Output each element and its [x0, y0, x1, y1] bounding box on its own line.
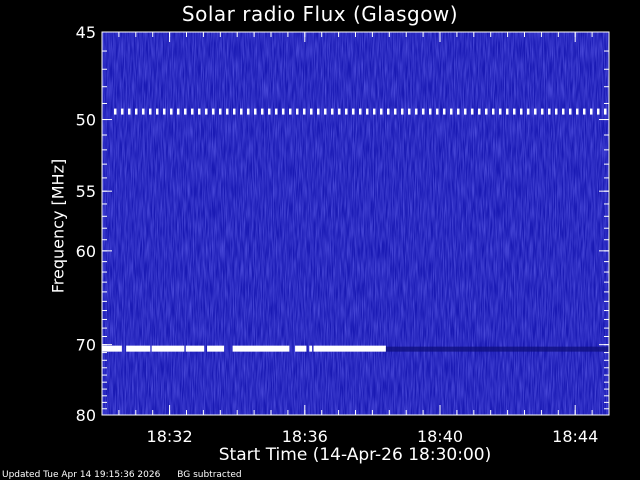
interference-dash — [541, 108, 544, 115]
interference-dash — [303, 108, 306, 115]
interference-dash — [114, 108, 117, 115]
interference-dash — [212, 108, 215, 115]
interference-segment — [295, 345, 307, 352]
interference-dash — [464, 108, 467, 115]
interference-dash — [527, 108, 530, 115]
y-tick-label: 60 — [76, 242, 96, 261]
interference-segment — [232, 345, 290, 352]
interference-dash — [576, 108, 579, 115]
x-tick-label: 18:36 — [282, 427, 328, 446]
updated-timestamp: Updated Tue Apr 14 19:15:36 2026 — [2, 470, 161, 480]
interference-dash — [562, 108, 565, 115]
interference-dash — [296, 108, 299, 115]
y-tick-label: 70 — [76, 336, 96, 355]
interference-dash — [506, 108, 509, 115]
interference-dash — [135, 108, 138, 115]
interference-segment — [313, 345, 386, 352]
interference-segment — [151, 345, 185, 352]
interference-dash — [317, 108, 320, 115]
interference-dash — [240, 108, 243, 115]
interference-dash — [422, 108, 425, 115]
dark-band — [385, 346, 609, 352]
interference-dash — [520, 108, 523, 115]
interference-dash — [177, 108, 180, 115]
interference-dash — [415, 108, 418, 115]
interference-dash — [604, 108, 607, 115]
interference-dash — [387, 108, 390, 115]
interference-dash — [429, 108, 432, 115]
interference-dash — [457, 108, 460, 115]
interference-dash — [366, 108, 369, 115]
interference-dash — [485, 108, 488, 115]
interference-segment — [309, 345, 313, 352]
interference-dash — [471, 108, 474, 115]
interference-dash — [233, 108, 236, 115]
interference-segment — [126, 345, 151, 352]
interference-dash — [128, 108, 131, 115]
interference-dash — [156, 108, 159, 115]
interference-dash — [373, 108, 376, 115]
interference-dash — [247, 108, 250, 115]
interference-dash — [590, 108, 593, 115]
interference-dash — [513, 108, 516, 115]
interference-dash — [534, 108, 537, 115]
interference-dash — [191, 108, 194, 115]
interference-dash — [597, 108, 600, 115]
interference-dash — [352, 108, 355, 115]
interference-dash — [338, 108, 341, 115]
plot-noise — [102, 32, 609, 415]
interference-dash — [163, 108, 166, 115]
interference-dash — [205, 108, 208, 115]
y-tick-label: 45 — [76, 23, 96, 42]
interference-dash — [142, 108, 145, 115]
interference-dash — [310, 108, 313, 115]
interference-dash — [443, 108, 446, 115]
interference-segment — [207, 345, 225, 352]
interference-dash — [289, 108, 292, 115]
footer: Updated Tue Apr 14 19:15:36 2026 BG subt… — [2, 470, 256, 480]
interference-dash — [324, 108, 327, 115]
interference-dash — [275, 108, 278, 115]
interference-dash — [121, 108, 124, 115]
interference-segment — [185, 345, 205, 352]
interference-dash — [548, 108, 551, 115]
interference-dash — [583, 108, 586, 115]
interference-dash — [408, 108, 411, 115]
interference-dash — [282, 108, 285, 115]
x-axis-label: Start Time (14-Apr-26 18:30:00) — [218, 445, 492, 465]
interference-dash — [254, 108, 257, 115]
interference-dash — [569, 108, 572, 115]
x-tick-label: 18:40 — [417, 427, 463, 446]
interference-dash — [499, 108, 502, 115]
y-tick-label: 55 — [76, 182, 96, 201]
interference-dash — [149, 108, 152, 115]
interference-dash — [492, 108, 495, 115]
interference-dash — [478, 108, 481, 115]
bg-note: BG subtracted — [177, 470, 242, 480]
interference-dash — [198, 108, 201, 115]
interference-dash — [450, 108, 453, 115]
interference-dash — [170, 108, 173, 115]
plot-background — [102, 32, 609, 415]
interference-dash — [184, 108, 187, 115]
y-tick-label: 50 — [76, 111, 96, 130]
interference-dash — [226, 108, 229, 115]
interference-dash — [359, 108, 362, 115]
interference-dash — [261, 108, 264, 115]
interference-dash — [345, 108, 348, 115]
interference-dash — [401, 108, 404, 115]
interference-segment — [102, 345, 122, 352]
spectrogram-chart: 18:32 18:36 18:40 18:44 45 50 55 60 70 80 — [76, 23, 610, 446]
y-tick-label: 80 — [76, 406, 96, 425]
interference-dash — [394, 108, 397, 115]
interference-dash — [436, 108, 439, 115]
y-axis-label: Frequency [MHz] — [48, 158, 68, 294]
interference-dash — [380, 108, 383, 115]
interference-dash — [219, 108, 222, 115]
interference-dash — [268, 108, 271, 115]
x-tick-label: 18:44 — [552, 427, 598, 446]
interference-dash — [331, 108, 334, 115]
x-tick-label: 18:32 — [147, 427, 193, 446]
interference-dash — [555, 108, 558, 115]
